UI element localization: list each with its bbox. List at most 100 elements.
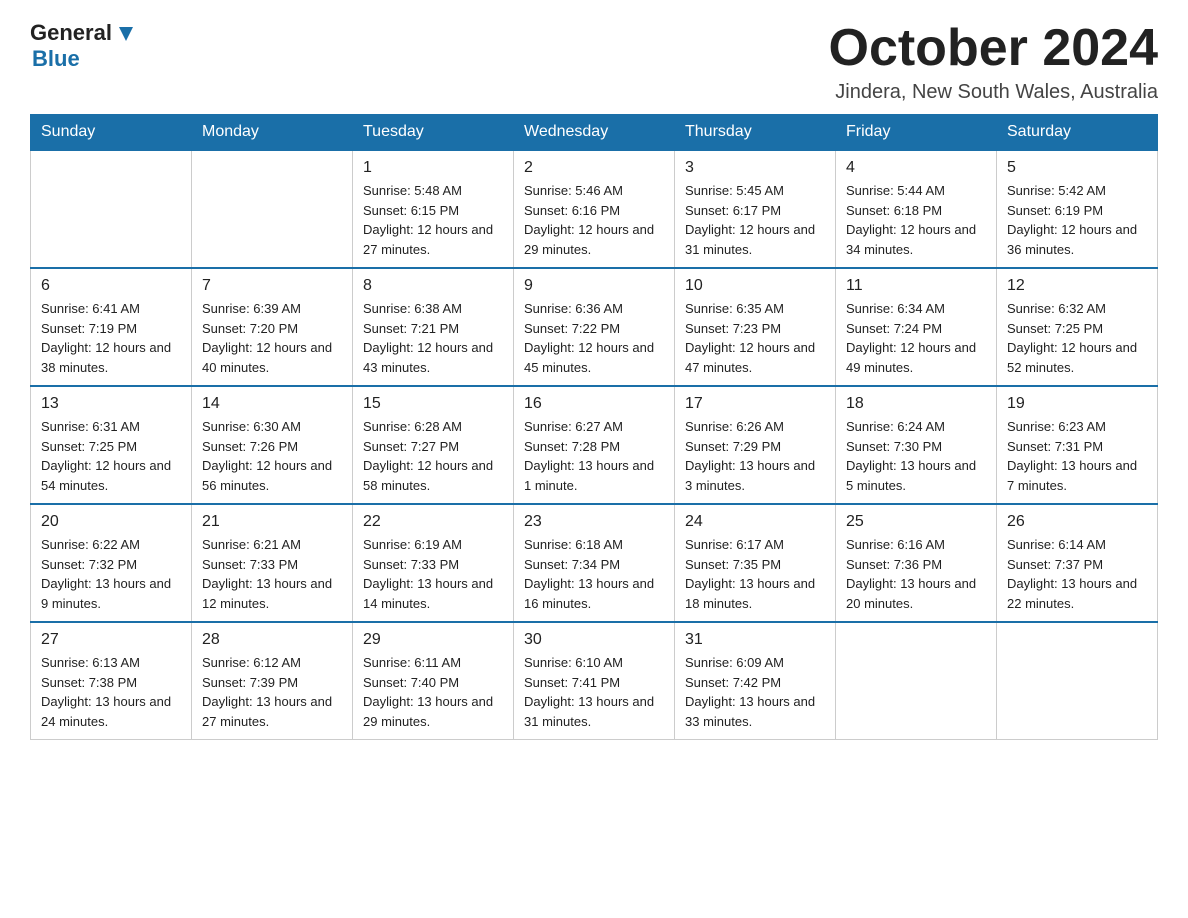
calendar-cell xyxy=(192,150,353,268)
calendar-cell: 24 Sunrise: 6:17 AMSunset: 7:35 PMDayligh… xyxy=(675,504,836,622)
calendar-cell: 8 Sunrise: 6:38 AMSunset: 7:21 PMDaylight… xyxy=(353,268,514,386)
day-number: 25 xyxy=(846,513,986,531)
title-block: October 2024 Jindera, New South Wales, A… xyxy=(829,20,1159,104)
day-number: 18 xyxy=(846,395,986,413)
calendar-cell: 10 Sunrise: 6:35 AMSunset: 7:23 PMDayligh… xyxy=(675,268,836,386)
day-info: Sunrise: 5:48 AMSunset: 6:15 PMDaylight:… xyxy=(363,181,503,259)
day-number: 4 xyxy=(846,159,986,177)
calendar-cell: 2 Sunrise: 5:46 AMSunset: 6:16 PMDaylight… xyxy=(514,150,675,268)
calendar-cell: 13 Sunrise: 6:31 AMSunset: 7:25 PMDayligh… xyxy=(31,386,192,504)
day-number: 1 xyxy=(363,159,503,177)
col-wednesday: Wednesday xyxy=(514,115,675,151)
day-number: 30 xyxy=(524,631,664,649)
day-info: Sunrise: 6:23 AMSunset: 7:31 PMDaylight:… xyxy=(1007,417,1147,495)
calendar-cell: 11Sunrise: 6:34 AMSunset: 7:24 PMDayligh… xyxy=(836,268,997,386)
calendar-cell: 31 Sunrise: 6:09 AMSunset: 7:42 PMDayligh… xyxy=(675,622,836,740)
day-info: Sunrise: 5:46 AMSunset: 6:16 PMDaylight:… xyxy=(524,181,664,259)
day-number: 17 xyxy=(685,395,825,413)
calendar-week-3: 13 Sunrise: 6:31 AMSunset: 7:25 PMDayligh… xyxy=(31,386,1158,504)
day-number: 22 xyxy=(363,513,503,531)
calendar-header-row: Sunday Monday Tuesday Wednesday Thursday… xyxy=(31,115,1158,151)
day-info: Sunrise: 6:32 AMSunset: 7:25 PMDaylight:… xyxy=(1007,299,1147,377)
calendar-cell: 5 Sunrise: 5:42 AMSunset: 6:19 PMDaylight… xyxy=(997,150,1158,268)
calendar-cell: 30 Sunrise: 6:10 AMSunset: 7:41 PMDayligh… xyxy=(514,622,675,740)
day-number: 21 xyxy=(202,513,342,531)
day-number: 10 xyxy=(685,277,825,295)
day-number: 24 xyxy=(685,513,825,531)
day-info: Sunrise: 6:31 AMSunset: 7:25 PMDaylight:… xyxy=(41,417,181,495)
calendar-cell: 18Sunrise: 6:24 AMSunset: 7:30 PMDayligh… xyxy=(836,386,997,504)
day-number: 28 xyxy=(202,631,342,649)
col-tuesday: Tuesday xyxy=(353,115,514,151)
day-info: Sunrise: 6:18 AMSunset: 7:34 PMDaylight:… xyxy=(524,535,664,613)
day-number: 5 xyxy=(1007,159,1147,177)
day-info: Sunrise: 6:16 AMSunset: 7:36 PMDaylight:… xyxy=(846,535,986,613)
day-info: Sunrise: 5:45 AMSunset: 6:17 PMDaylight:… xyxy=(685,181,825,259)
col-monday: Monday xyxy=(192,115,353,151)
day-number: 6 xyxy=(41,277,181,295)
day-info: Sunrise: 5:44 AMSunset: 6:18 PMDaylight:… xyxy=(846,181,986,259)
day-number: 20 xyxy=(41,513,181,531)
page-header: General Blue October 2024 Jindera, New S… xyxy=(30,20,1158,104)
day-number: 7 xyxy=(202,277,342,295)
col-sunday: Sunday xyxy=(31,115,192,151)
calendar-cell: 4 Sunrise: 5:44 AMSunset: 6:18 PMDaylight… xyxy=(836,150,997,268)
day-number: 15 xyxy=(363,395,503,413)
calendar-cell: 19Sunrise: 6:23 AMSunset: 7:31 PMDayligh… xyxy=(997,386,1158,504)
day-info: Sunrise: 6:27 AMSunset: 7:28 PMDaylight:… xyxy=(524,417,664,495)
calendar-cell: 21 Sunrise: 6:21 AMSunset: 7:33 PMDayligh… xyxy=(192,504,353,622)
location: Jindera, New South Wales, Australia xyxy=(829,81,1159,104)
day-number: 3 xyxy=(685,159,825,177)
day-info: Sunrise: 6:35 AMSunset: 7:23 PMDaylight:… xyxy=(685,299,825,377)
calendar-cell: 15 Sunrise: 6:28 AMSunset: 7:27 PMDayligh… xyxy=(353,386,514,504)
logo-general: General xyxy=(30,20,112,46)
calendar-cell: 12Sunrise: 6:32 AMSunset: 7:25 PMDayligh… xyxy=(997,268,1158,386)
day-number: 31 xyxy=(685,631,825,649)
day-info: Sunrise: 6:38 AMSunset: 7:21 PMDaylight:… xyxy=(363,299,503,377)
day-number: 8 xyxy=(363,277,503,295)
day-number: 16 xyxy=(524,395,664,413)
day-info: Sunrise: 6:13 AMSunset: 7:38 PMDaylight:… xyxy=(41,653,181,731)
calendar-cell: 22Sunrise: 6:19 AMSunset: 7:33 PMDayligh… xyxy=(353,504,514,622)
day-info: Sunrise: 6:39 AMSunset: 7:20 PMDaylight:… xyxy=(202,299,342,377)
calendar-cell: 9Sunrise: 6:36 AMSunset: 7:22 PMDaylight… xyxy=(514,268,675,386)
day-info: Sunrise: 6:09 AMSunset: 7:42 PMDaylight:… xyxy=(685,653,825,731)
calendar-cell: 23 Sunrise: 6:18 AMSunset: 7:34 PMDayligh… xyxy=(514,504,675,622)
day-number: 2 xyxy=(524,159,664,177)
calendar-cell: 17 Sunrise: 6:26 AMSunset: 7:29 PMDayligh… xyxy=(675,386,836,504)
calendar-cell: 14 Sunrise: 6:30 AMSunset: 7:26 PMDayligh… xyxy=(192,386,353,504)
day-info: Sunrise: 6:41 AMSunset: 7:19 PMDaylight:… xyxy=(41,299,181,377)
day-info: Sunrise: 6:14 AMSunset: 7:37 PMDaylight:… xyxy=(1007,535,1147,613)
calendar-cell: 29Sunrise: 6:11 AMSunset: 7:40 PMDayligh… xyxy=(353,622,514,740)
day-info: Sunrise: 6:10 AMSunset: 7:41 PMDaylight:… xyxy=(524,653,664,731)
day-info: Sunrise: 6:17 AMSunset: 7:35 PMDaylight:… xyxy=(685,535,825,613)
day-info: Sunrise: 6:22 AMSunset: 7:32 PMDaylight:… xyxy=(41,535,181,613)
calendar-table: Sunday Monday Tuesday Wednesday Thursday… xyxy=(30,114,1158,740)
day-number: 29 xyxy=(363,631,503,649)
logo-blue: Blue xyxy=(32,46,80,71)
logo-triangle-icon xyxy=(115,23,137,45)
day-info: Sunrise: 6:21 AMSunset: 7:33 PMDaylight:… xyxy=(202,535,342,613)
day-number: 27 xyxy=(41,631,181,649)
day-info: Sunrise: 6:12 AMSunset: 7:39 PMDaylight:… xyxy=(202,653,342,731)
day-info: Sunrise: 6:30 AMSunset: 7:26 PMDaylight:… xyxy=(202,417,342,495)
calendar-week-4: 20 Sunrise: 6:22 AMSunset: 7:32 PMDayligh… xyxy=(31,504,1158,622)
day-number: 11 xyxy=(846,277,986,295)
day-number: 23 xyxy=(524,513,664,531)
month-title: October 2024 xyxy=(829,20,1159,77)
day-number: 26 xyxy=(1007,513,1147,531)
calendar-cell: 25 Sunrise: 6:16 AMSunset: 7:36 PMDayligh… xyxy=(836,504,997,622)
logo: General Blue xyxy=(30,20,137,72)
calendar-cell: 26 Sunrise: 6:14 AMSunset: 7:37 PMDayligh… xyxy=(997,504,1158,622)
calendar-cell: 20 Sunrise: 6:22 AMSunset: 7:32 PMDayligh… xyxy=(31,504,192,622)
calendar-week-5: 27 Sunrise: 6:13 AMSunset: 7:38 PMDayligh… xyxy=(31,622,1158,740)
calendar-cell: 7 Sunrise: 6:39 AMSunset: 7:20 PMDaylight… xyxy=(192,268,353,386)
day-info: Sunrise: 6:26 AMSunset: 7:29 PMDaylight:… xyxy=(685,417,825,495)
calendar-week-2: 6 Sunrise: 6:41 AMSunset: 7:19 PMDaylight… xyxy=(31,268,1158,386)
day-number: 13 xyxy=(41,395,181,413)
calendar-cell xyxy=(836,622,997,740)
day-info: Sunrise: 6:28 AMSunset: 7:27 PMDaylight:… xyxy=(363,417,503,495)
day-number: 14 xyxy=(202,395,342,413)
calendar-week-1: 1 Sunrise: 5:48 AMSunset: 6:15 PMDaylight… xyxy=(31,150,1158,268)
day-info: Sunrise: 5:42 AMSunset: 6:19 PMDaylight:… xyxy=(1007,181,1147,259)
